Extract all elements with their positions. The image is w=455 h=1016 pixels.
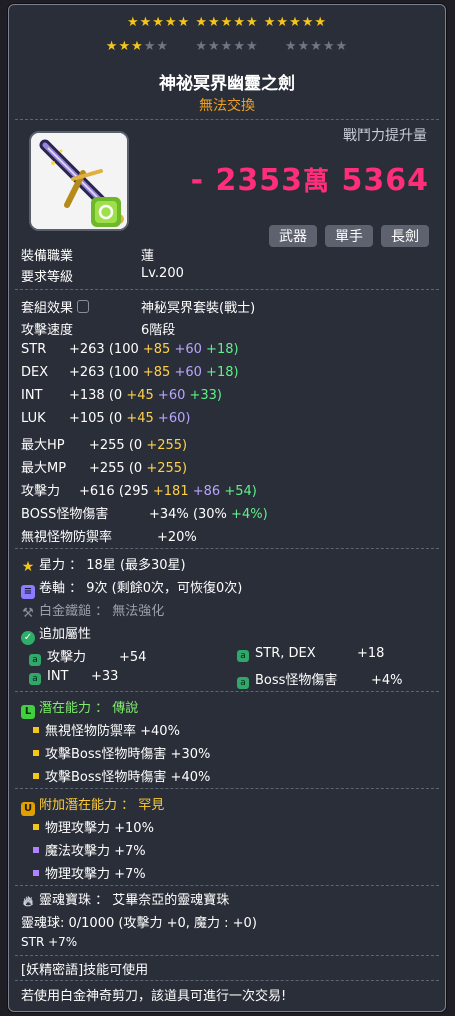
additional-option: a STR, DEX +18 bbox=[237, 646, 384, 662]
divider bbox=[15, 788, 439, 789]
potential-line: 攻擊Boss怪物時傷害 +30% bbox=[33, 743, 210, 762]
scroll-info: ≡ 卷軸 ： 9次 (剩餘0次，可恢復0次) bbox=[21, 577, 242, 599]
additional-option: a INT +33 bbox=[29, 669, 118, 685]
combat-power-value: - 2353萬 5364 bbox=[191, 161, 429, 198]
level-value: Lv.200 bbox=[141, 266, 184, 281]
divider bbox=[15, 548, 439, 549]
star-icons-empty: ★★ bbox=[143, 39, 170, 54]
unique-rank-icon: U bbox=[21, 802, 35, 816]
item-tags: 武器 單手 長劍 bbox=[261, 225, 429, 247]
divider bbox=[15, 885, 439, 886]
set-effect-value[interactable]: 神秘冥界套裝(戰士) bbox=[141, 297, 255, 316]
bullet-icon bbox=[33, 727, 39, 733]
stat-row-max-mp: 最大MP +255 (0 +255) bbox=[21, 461, 188, 476]
stat-row-luk: LUK +105 (0 +45 +60) bbox=[21, 411, 191, 426]
tag-longsword: 長劍 bbox=[381, 225, 429, 247]
tag-one-handed: 單手 bbox=[325, 225, 373, 247]
attack-speed-value: 6階段 bbox=[141, 323, 176, 338]
stat-row-str: STR +263 (100 +85 +60 +18) bbox=[21, 342, 239, 357]
additional-option: a 攻擊力 +54 bbox=[29, 646, 146, 666]
item-name: 神祕冥界幽靈之劍 bbox=[159, 74, 295, 94]
job-requirement: 裝備職業 bbox=[21, 245, 73, 264]
item-tooltip: ★★★★★ ★★★★★ ★★★★★ ★★★★★ ★★★★★ ★★★★★ 神祕冥界… bbox=[8, 4, 446, 1012]
additional-options-title: ✓ 追加屬性 bbox=[21, 623, 91, 645]
star-force-row-2: ★★★★★ ★★★★★ ★★★★★ bbox=[9, 39, 445, 54]
additional-option-icon: a bbox=[237, 650, 249, 662]
skill-note: [妖精密語]技能可使用 bbox=[21, 963, 149, 978]
set-effect-text: 套組效果 bbox=[21, 301, 74, 316]
divider bbox=[15, 289, 439, 290]
combat-power-label: 戰鬥力提升量 bbox=[343, 128, 427, 144]
star-icon: ★ bbox=[21, 559, 35, 575]
bullet-icon bbox=[33, 870, 39, 876]
job-value: 蓮 bbox=[141, 249, 155, 264]
bonus-potential-title: U 附加潛在能力 ： 罕見 bbox=[21, 794, 164, 816]
divider bbox=[15, 980, 439, 981]
additional-option-icon: a bbox=[29, 654, 41, 666]
soul-title: 🔥︎ 靈魂寶珠 ： 艾畢奈亞的靈魂寶珠 bbox=[22, 893, 230, 910]
combat-power-suffix: 5364 bbox=[341, 163, 429, 198]
additional-option-icon: a bbox=[29, 673, 41, 685]
stat-row-int: INT +138 (0 +45 +60 +33) bbox=[21, 388, 223, 403]
soul-count: 靈魂球: 0/1000 (攻擊力 +0, 魔力 : +0) bbox=[21, 916, 257, 931]
bullet-icon bbox=[33, 773, 39, 779]
divider bbox=[15, 955, 439, 956]
lock-icon bbox=[77, 300, 90, 313]
stat-row-boss-damage: BOSS怪物傷害 +34% (30% +4%) bbox=[21, 507, 268, 522]
combat-power-prefix: - 2353 bbox=[190, 163, 304, 198]
bullet-icon bbox=[33, 847, 39, 853]
divider bbox=[15, 691, 439, 692]
bonus-potential-line: 物理攻擊力 +7% bbox=[33, 863, 146, 882]
potential-title: L 潛在能力 ： 傳說 bbox=[21, 697, 138, 719]
hammer-info: ⚒ 白金鐵鎚 ： 無法強化 bbox=[22, 604, 165, 621]
item-icon-frame bbox=[29, 131, 129, 231]
stat-row-max-hp: 最大HP +255 (0 +255) bbox=[21, 438, 188, 453]
stat-row-attack: 攻擊力 +616 (295 +181 +86 +54) bbox=[21, 484, 257, 499]
bonus-potential-line: 物理攻擊力 +10% bbox=[33, 817, 154, 836]
potential-line: 攻擊Boss怪物時傷害 +40% bbox=[33, 766, 210, 785]
combat-power-unit: 萬 bbox=[303, 167, 331, 197]
attack-speed-label: 攻擊速度 bbox=[21, 323, 74, 338]
star-icons-filled: ★★★★★ ★★★★★ ★★★★★ bbox=[126, 15, 328, 30]
bullet-icon bbox=[33, 750, 39, 756]
set-effect-label: 套組效果 bbox=[21, 297, 90, 316]
flame-icon: 🔥︎ bbox=[22, 894, 34, 910]
potential-line: 無視怪物防禦率 +40% bbox=[33, 720, 180, 739]
star-icons-empty: ★★★★★ bbox=[284, 39, 349, 54]
job-label: 裝備職業 bbox=[21, 249, 74, 264]
trade-status: 無法交換 bbox=[199, 98, 255, 114]
legendary-rank-icon: L bbox=[21, 705, 35, 719]
bullet-icon bbox=[33, 824, 39, 830]
divider bbox=[15, 119, 439, 120]
stat-row-ignore-def: 無視怪物防禦率 +20% bbox=[21, 530, 197, 545]
star-icons-empty: ★★★★★ bbox=[195, 39, 259, 54]
additional-option: a Boss怪物傷害 +4% bbox=[237, 669, 403, 689]
stat-row-dex: DEX +263 (100 +85 +60 +18) bbox=[21, 365, 239, 380]
scroll-icon: ≡ bbox=[21, 585, 35, 599]
bonus-potential-line: 魔法攻擊力 +7% bbox=[33, 840, 146, 859]
sword-icon bbox=[31, 133, 127, 229]
starforce-info: ★ 星力 ： 18星 (最多30星) bbox=[21, 558, 186, 575]
soul-stat: STR +7% bbox=[21, 935, 78, 949]
level-label: 要求等級 bbox=[21, 270, 74, 285]
tag-weapon: 武器 bbox=[269, 225, 317, 247]
leaf-icon: ✓ bbox=[21, 631, 35, 645]
star-force-row-1: ★★★★★ ★★★★★ ★★★★★ bbox=[9, 15, 445, 30]
star-icons-filled: ★★★ bbox=[105, 39, 144, 54]
hammer-icon: ⚒ bbox=[22, 606, 34, 621]
additional-option-icon: a bbox=[237, 677, 249, 689]
scissors-note: 若使用白金神奇剪刀，該道具可進行一次交易! bbox=[21, 989, 287, 1004]
